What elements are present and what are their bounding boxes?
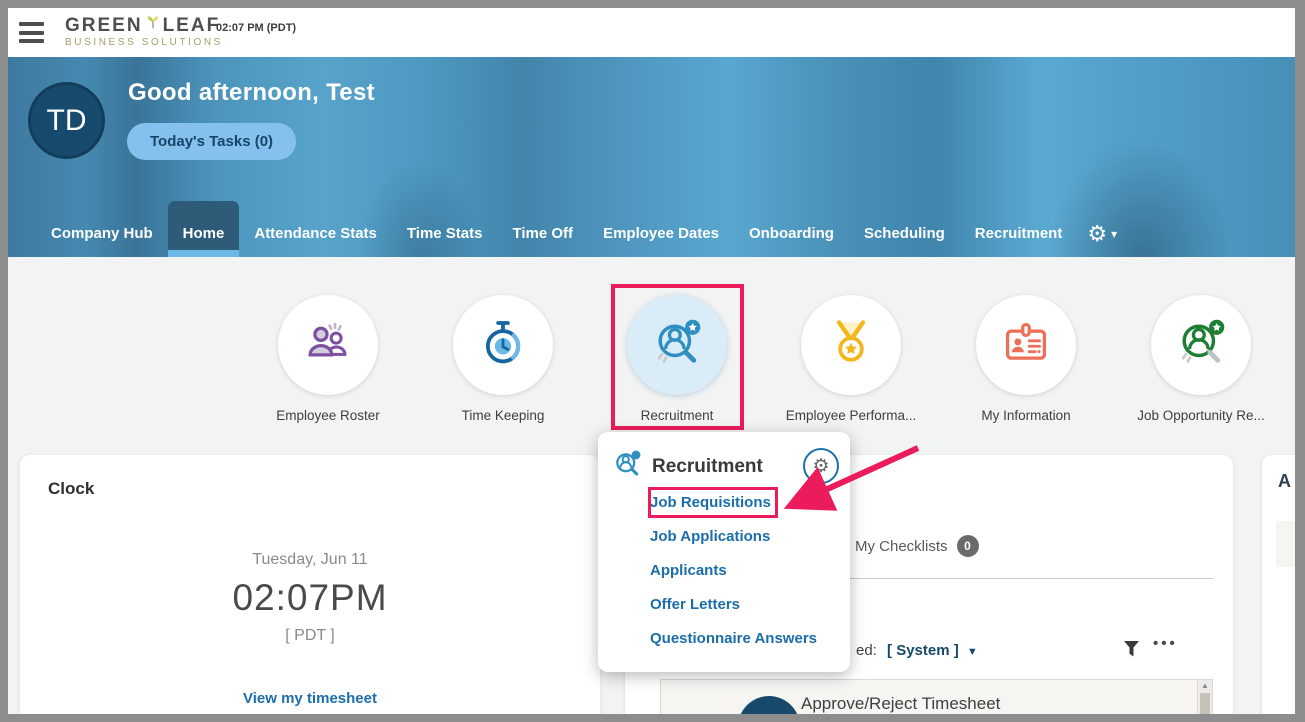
current-time: 02:07 PM (PDT) xyxy=(216,22,297,34)
logo-text-leaf: LEAF xyxy=(162,15,221,36)
tile-employee-roster[interactable]: Employee Roster xyxy=(258,295,398,423)
person-search-icon xyxy=(612,449,642,484)
logo-text-green: GREEN xyxy=(65,15,143,36)
menu-item-job-applications[interactable]: Job Applications xyxy=(650,520,817,554)
hamburger-menu-icon[interactable] xyxy=(19,22,44,43)
filter-icon[interactable] xyxy=(1124,641,1139,663)
my-checklists-tab[interactable]: My Checklists 0 xyxy=(855,535,979,557)
assigned-label-fragment: ed: xyxy=(856,642,877,659)
menu-item-questionnaire-answers[interactable]: Questionnaire Answers xyxy=(650,622,817,656)
tab-time-off[interactable]: Time Off xyxy=(497,210,588,257)
menu-item-applicants[interactable]: Applicants xyxy=(650,554,817,588)
tab-recruitment[interactable]: Recruitment xyxy=(960,210,1078,257)
quick-tiles-row: Employee Roster Time Keeping Recruitment… xyxy=(8,257,1295,455)
tile-label: My Information xyxy=(981,408,1071,423)
person-search-icon xyxy=(651,317,703,374)
tile-time-keeping[interactable]: Time Keeping xyxy=(433,295,573,423)
hero-banner: TD Good afternoon, Test Today's Tasks (0… xyxy=(8,57,1295,257)
scrollbar-thumb[interactable] xyxy=(1200,693,1210,714)
task-list-item[interactable]: Approve/Reject Timesheet xyxy=(801,694,1000,714)
tile-job-opportunity[interactable]: Job Opportunity Re... xyxy=(1131,295,1271,423)
tile-label: Job Opportunity Re... xyxy=(1137,408,1265,423)
tab-attendance-stats[interactable]: Attendance Stats xyxy=(239,210,392,257)
task-avatar xyxy=(738,696,800,714)
people-icon xyxy=(302,317,354,374)
tile-label: Employee Roster xyxy=(276,408,380,423)
tab-time-stats[interactable]: Time Stats xyxy=(392,210,498,257)
avatar[interactable]: TD xyxy=(28,82,105,159)
right-edge-card: A xyxy=(1262,455,1295,714)
logo-subtitle: BUSINESS SOLUTIONS xyxy=(65,37,223,48)
id-card-icon xyxy=(1000,317,1052,374)
tab-home[interactable]: Home xyxy=(167,201,240,257)
tile-label: Employee Performa... xyxy=(785,408,917,423)
medal-icon xyxy=(825,317,877,374)
clock-card-title: Clock xyxy=(48,479,95,498)
tile-label: Time Keeping xyxy=(461,408,545,423)
task-list: Approve/Reject Timesheet ▲ xyxy=(660,679,1213,714)
clock-time: 02:07PM xyxy=(232,577,388,618)
right-card-placeholder xyxy=(1276,521,1295,567)
tile-label: Recruitment xyxy=(640,408,714,423)
assigned-filter: ed: [ System ] ▼ xyxy=(856,642,978,659)
app-window: GREEN LEAF BUSINESS SOLUTIONS 02:07 PM (… xyxy=(0,0,1305,722)
clock-date: Tuesday, Jun 11 xyxy=(252,551,368,568)
company-logo: GREEN LEAF BUSINESS SOLUTIONS xyxy=(65,14,223,48)
menu-item-offer-letters[interactable]: Offer Letters xyxy=(650,588,817,622)
recruitment-popup: Recruitment ⚙ Job Requisitions Job Appli… xyxy=(598,432,850,672)
scroll-up-arrow-icon[interactable]: ▲ xyxy=(1198,681,1212,690)
right-card-partial-title: A xyxy=(1278,471,1291,491)
stopwatch-icon xyxy=(477,317,529,374)
my-checklists-label: My Checklists xyxy=(855,537,948,555)
clock-timezone: [ PDT ] xyxy=(285,627,335,644)
gear-icon: ⚙ xyxy=(812,455,830,477)
task-list-scrollbar[interactable]: ▲ xyxy=(1197,680,1212,714)
tab-company-hub[interactable]: Company Hub xyxy=(36,210,168,257)
assigned-value-dropdown[interactable]: [ System ] xyxy=(887,642,959,659)
tile-employee-performance[interactable]: Employee Performa... xyxy=(781,295,921,423)
clock-card: Clock Tuesday, Jun 11 02:07PM [ PDT ] Vi… xyxy=(20,455,600,714)
tile-my-information[interactable]: My Information xyxy=(956,295,1096,423)
chevron-down-icon: ▼ xyxy=(966,646,978,658)
greeting-text: Good afternoon, Test xyxy=(128,79,375,106)
tile-recruitment[interactable]: Recruitment xyxy=(607,295,747,423)
main-nav: Company Hub Home Attendance Stats Time S… xyxy=(8,201,1295,257)
more-options-icon[interactable]: ••• xyxy=(1153,635,1178,652)
gear-icon: ⚙ xyxy=(1087,220,1108,246)
top-bar: GREEN LEAF BUSINESS SOLUTIONS 02:07 PM (… xyxy=(8,8,1295,57)
popup-settings-button[interactable]: ⚙ xyxy=(803,448,839,484)
nav-settings-dropdown[interactable]: ⚙ ▾ xyxy=(1087,210,1117,257)
tab-onboarding[interactable]: Onboarding xyxy=(734,210,849,257)
leaf-icon xyxy=(144,14,162,33)
tab-scheduling[interactable]: Scheduling xyxy=(849,210,960,257)
checklists-count-badge: 0 xyxy=(956,535,979,557)
tab-employee-dates[interactable]: Employee Dates xyxy=(588,210,734,257)
person-search-icon xyxy=(1175,317,1227,374)
menu-item-job-requisitions[interactable]: Job Requisitions xyxy=(650,486,817,520)
popup-title: Recruitment xyxy=(652,455,763,477)
view-timesheet-link[interactable]: View my timesheet xyxy=(20,690,600,707)
todays-tasks-button[interactable]: Today's Tasks (0) xyxy=(127,123,297,160)
chevron-down-icon: ▾ xyxy=(1111,226,1118,241)
